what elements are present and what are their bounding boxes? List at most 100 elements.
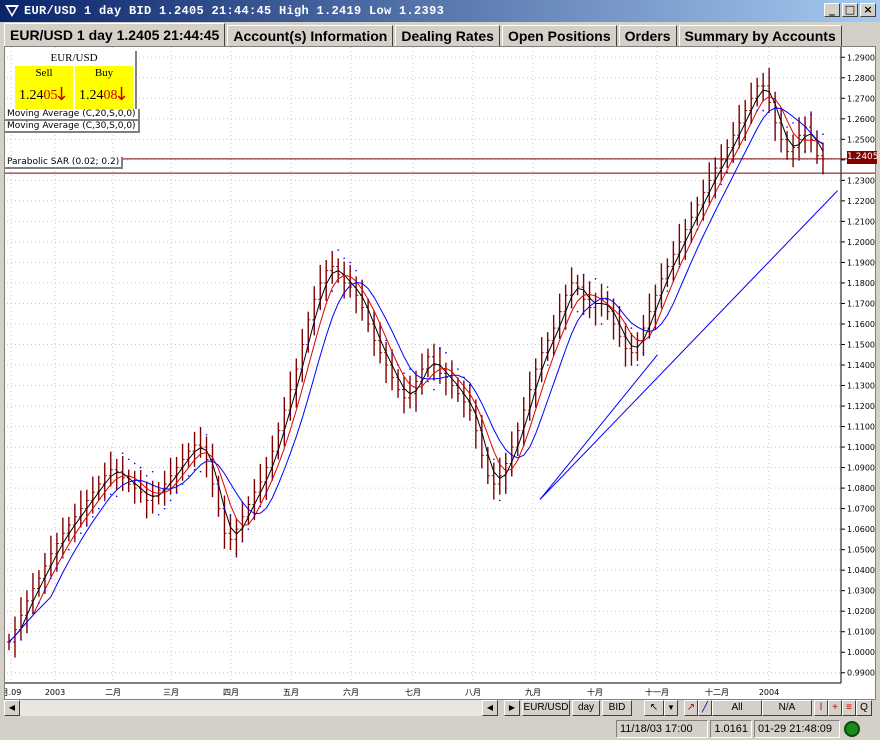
sar-dot: [648, 335, 651, 338]
sar-dot: [175, 491, 178, 494]
sar-dot: [558, 335, 561, 338]
x-tick-label: 2004: [759, 688, 779, 697]
scroll-left-button[interactable]: ◀: [4, 700, 20, 716]
line-tool-icon[interactable]: ╱: [698, 700, 712, 716]
y-tick-label: 1.0500: [847, 546, 875, 555]
sar-dot: [337, 249, 339, 251]
q-button[interactable]: Q: [856, 700, 872, 716]
chart-area[interactable]: 1.29001.28001.27001.26001.25001.24001.23…: [4, 46, 879, 700]
symbol-button[interactable]: EUR/USD: [522, 700, 570, 716]
y-tick-label: 1.1100: [847, 423, 875, 432]
sar-dot: [618, 310, 621, 313]
sar-dot: [259, 505, 262, 508]
tab-chart[interactable]: EUR/USD 1 day 1.2405 21:44:45: [4, 23, 226, 46]
sar-dot: [457, 368, 459, 370]
period-button[interactable]: day: [572, 700, 600, 716]
trend-tool-icon[interactable]: ↗: [684, 700, 698, 716]
sar-dot: [522, 433, 525, 436]
sar-dot: [355, 269, 357, 272]
indicator-ma30-label[interactable]: Moving Average (C,30,S,0,0): [5, 121, 140, 133]
x-tick-label: 十月: [587, 687, 603, 697]
cursor-tool-icon[interactable]: ↖: [644, 700, 664, 716]
sar-dot: [163, 507, 166, 510]
sar-dot: [325, 294, 328, 297]
close-button[interactable]: ×: [860, 3, 876, 17]
down-arrow-icon: ↓: [53, 84, 69, 105]
sar-dot: [487, 450, 489, 452]
candle-tool-icon[interactable]: ǀ: [814, 700, 828, 716]
sar-dot: [780, 113, 782, 116]
cursor-dropdown-icon[interactable]: ▼: [664, 700, 678, 716]
side-button[interactable]: BID: [602, 700, 632, 716]
down-arrow-icon: ↓: [113, 84, 129, 105]
sar-dot: [313, 323, 316, 325]
sar-dot: [44, 589, 46, 592]
crosshair-icon[interactable]: +: [828, 700, 842, 716]
horizontal-scrollbar[interactable]: [20, 700, 482, 716]
sar-dot: [271, 474, 274, 477]
maximize-button[interactable]: □: [842, 3, 858, 17]
status-value: 1.0161: [710, 720, 752, 738]
indicator-sar-label[interactable]: Parabolic SAR (0.02; 0.2): [5, 157, 124, 169]
x-tick-label: 四月: [223, 688, 239, 697]
sar-dot: [139, 466, 142, 469]
sar-dot: [756, 109, 758, 112]
sar-dot: [109, 493, 112, 496]
sell-quote-button[interactable]: Sell 1.2405 ↓: [15, 66, 73, 112]
sar-dot: [684, 253, 687, 256]
buy-quote-button[interactable]: Buy 1.2408 ↓: [75, 66, 133, 112]
sar-dot: [397, 364, 399, 366]
sar-dot: [768, 76, 770, 79]
tab-bar: EUR/USD 1 day 1.2405 21:44:45 Account(s)…: [0, 23, 880, 46]
sar-dot: [169, 499, 172, 502]
sar-dot: [654, 319, 657, 321]
sell-label: Sell: [35, 67, 53, 79]
y-tick-label: 0.9900: [847, 669, 875, 678]
all-button[interactable]: All: [712, 700, 762, 716]
tab-orders[interactable]: Orders: [618, 25, 677, 46]
sar-dot: [157, 513, 160, 516]
y-tick-label: 1.2600: [847, 115, 875, 124]
tab-account-information[interactable]: Account(s) Information: [227, 25, 394, 46]
window-title: EUR/USD 1 day BID 1.2405 21:44:45 High 1…: [24, 4, 445, 18]
sar-dot: [445, 351, 447, 354]
scroll-left-small-button[interactable]: ◀: [482, 700, 498, 716]
sar-dot: [630, 327, 633, 329]
sar-dot: [373, 314, 375, 317]
x-tick-label: 九月: [525, 688, 541, 697]
sar-dot: [115, 495, 118, 498]
minimize-button[interactable]: _: [824, 3, 840, 17]
x-tick-label: 月.09: [5, 688, 21, 697]
sar-dot: [379, 327, 381, 329]
sar-dot: [762, 109, 764, 112]
sar-dot: [241, 540, 244, 543]
sar-dot: [774, 97, 776, 100]
sar-dot: [642, 351, 645, 354]
sar-dot: [343, 257, 345, 260]
y-tick-label: 1.1300: [847, 382, 875, 391]
buy-label: Buy: [94, 67, 114, 79]
hline-tool-icon[interactable]: ≡: [842, 700, 856, 716]
sar-dot: [86, 524, 88, 526]
sar-dot: [612, 298, 615, 301]
x-tick-label: 七月: [405, 688, 421, 697]
y-tick-label: 1.0700: [847, 505, 875, 514]
sar-dot: [20, 639, 22, 641]
status-clock: 01-29 21:48:09: [754, 720, 840, 738]
x-tick-label: 2003: [45, 688, 65, 697]
scroll-right-button[interactable]: ▶: [504, 700, 520, 716]
sar-dot: [510, 470, 513, 473]
sar-dot: [199, 470, 202, 473]
na-button[interactable]: N/A: [762, 700, 812, 716]
y-tick-label: 1.2500: [847, 135, 875, 144]
indicator-ma20-label[interactable]: Moving Average (C,20,S,0,0): [5, 109, 140, 121]
tab-open-positions[interactable]: Open Positions: [501, 25, 617, 46]
sar-dot: [229, 513, 232, 516]
y-tick-label: 1.1000: [847, 443, 875, 452]
tab-dealing-rates[interactable]: Dealing Rates: [395, 25, 500, 46]
x-tick-label: 三月: [163, 688, 179, 697]
tab-summary-by-accounts[interactable]: Summary by Accounts: [678, 25, 842, 46]
price-chart[interactable]: 1.29001.28001.27001.26001.25001.24001.23…: [5, 47, 875, 699]
sar-dot: [714, 191, 717, 194]
y-tick-label: 1.0000: [847, 648, 875, 657]
